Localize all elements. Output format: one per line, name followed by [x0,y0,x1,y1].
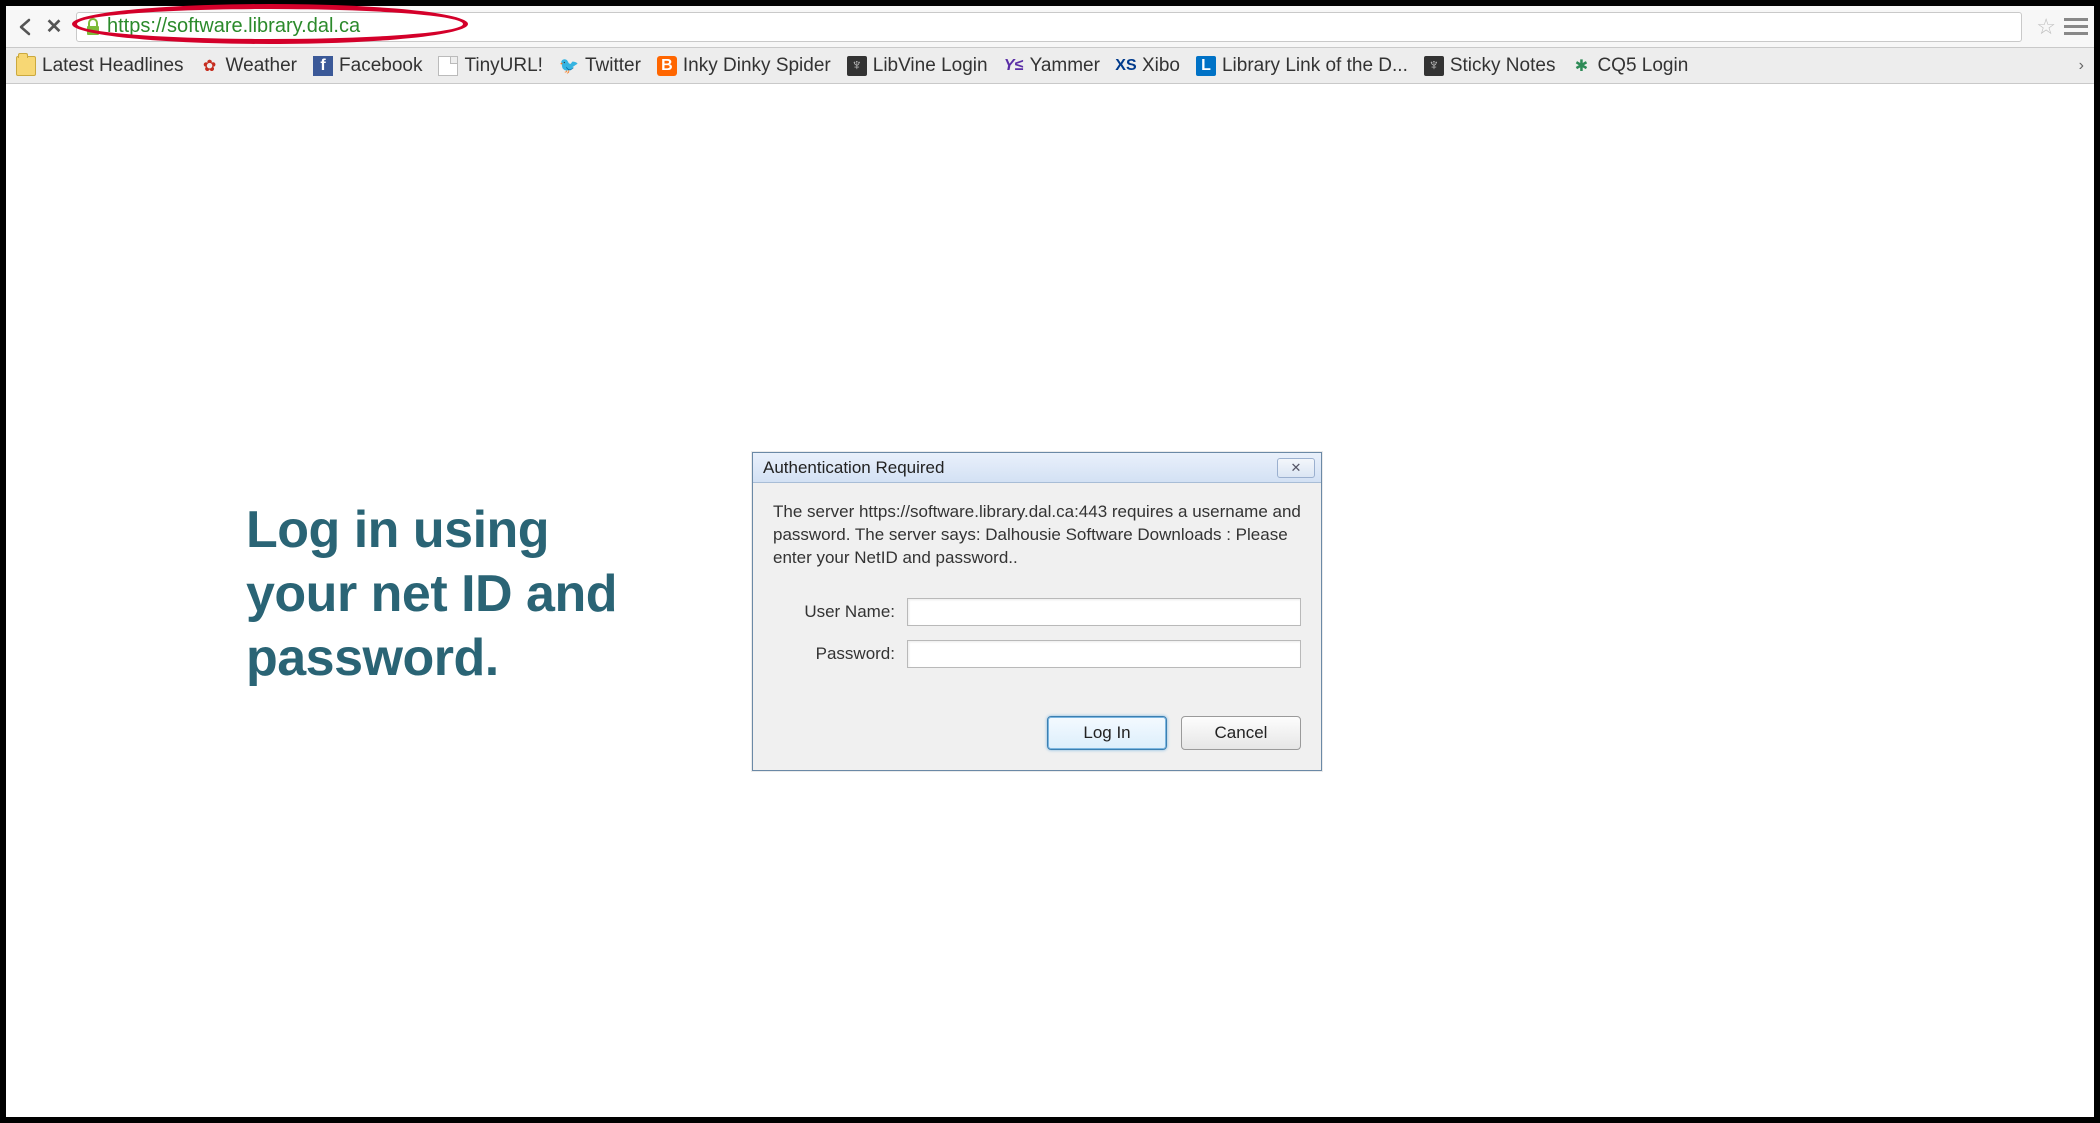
bookmark-twitter[interactable]: 🐦 Twitter [559,55,641,77]
bookmark-label: CQ5 Login [1597,55,1688,77]
page-content: Log in using your net ID and password. A… [6,84,2094,1117]
bookmark-library-link[interactable]: L Library Link of the D... [1196,55,1408,77]
bookmark-label: Xibo [1142,55,1180,77]
yammer-icon: Y≤ [1004,56,1024,76]
url-host: ://software.library.dal.ca [150,15,360,38]
bookmark-label: Twitter [585,55,641,77]
bookmark-xibo[interactable]: XS Xibo [1116,55,1180,77]
ll-icon: L [1196,56,1216,76]
bookmark-cq5-login[interactable]: ✱ CQ5 Login [1571,55,1688,77]
facebook-icon: f [313,56,333,76]
bookmark-latest-headlines[interactable]: Latest Headlines [16,55,184,77]
password-input[interactable] [907,640,1301,668]
bookmark-facebook[interactable]: f Facebook [313,55,422,77]
dialog-title: Authentication Required [763,458,944,478]
close-icon: ✕ [46,14,63,39]
shield-icon: ♆ [847,56,867,76]
username-input[interactable] [907,598,1301,626]
xs-icon: XS [1116,56,1136,76]
bookmark-weather[interactable]: ✿ Weather [200,55,297,77]
login-button[interactable]: Log In [1047,716,1167,750]
bookmark-sticky-notes[interactable]: ♆ Sticky Notes [1424,55,1556,77]
cancel-button[interactable]: Cancel [1181,716,1301,750]
back-button[interactable] [12,13,40,41]
bookmark-tinyurl[interactable]: TinyURL! [438,55,542,77]
instruction-line: your net ID and [246,563,706,627]
bookmarks-bar: Latest Headlines ✿ Weather f Facebook Tiny… [6,48,2094,84]
twitter-icon: 🐦 [559,56,579,76]
bookmark-label: Library Link of the D... [1222,55,1408,77]
bookmark-libvine-login[interactable]: ♆ LibVine Login [847,55,988,77]
password-label: Password: [773,644,907,664]
lock-icon [85,18,101,36]
bookmark-label: Inky Dinky Spider [683,55,831,77]
bookmark-star-icon[interactable]: ☆ [2036,14,2056,40]
menu-button[interactable] [2064,18,2088,35]
address-bar: ✕ https://software.library.dal.ca ☆ [6,6,2094,48]
bookmark-yammer[interactable]: Y≤ Yammer [1004,55,1100,77]
cq-icon: ✱ [1571,56,1591,76]
dialog-titlebar: Authentication Required ✕ [753,453,1321,483]
bookmark-label: Sticky Notes [1450,55,1556,77]
instruction-text: Log in using your net ID and password. [246,499,706,691]
blogger-icon: B [657,56,677,76]
bookmark-label: Facebook [339,55,422,77]
username-label: User Name: [773,602,907,622]
instruction-line: password. [246,627,706,691]
dialog-close-button[interactable]: ✕ [1277,458,1315,478]
bookmark-label: Yammer [1030,55,1100,77]
url-input[interactable]: https://software.library.dal.ca [76,12,2022,42]
dialog-message: The server https://software.library.dal.… [773,501,1301,570]
page-icon [438,56,458,76]
url-protocol: https [107,15,150,38]
instruction-line: Log in using [246,499,706,563]
dialog-body: The server https://software.library.dal.… [753,483,1321,770]
bookmark-inky-dinky-spider[interactable]: B Inky Dinky Spider [657,55,831,77]
bookmark-label: TinyURL! [464,55,542,77]
folder-icon [16,56,36,76]
auth-dialog: Authentication Required ✕ The server htt… [752,452,1322,771]
bookmark-label: LibVine Login [873,55,988,77]
leaf-icon: ✿ [200,56,220,76]
shield-icon: ♆ [1424,56,1444,76]
bookmark-label: Latest Headlines [42,55,184,77]
close-icon: ✕ [1291,460,1302,476]
stop-button[interactable]: ✕ [40,13,68,41]
bookmark-label: Weather [226,55,297,77]
bookmarks-overflow-button[interactable]: › [2079,57,2084,75]
